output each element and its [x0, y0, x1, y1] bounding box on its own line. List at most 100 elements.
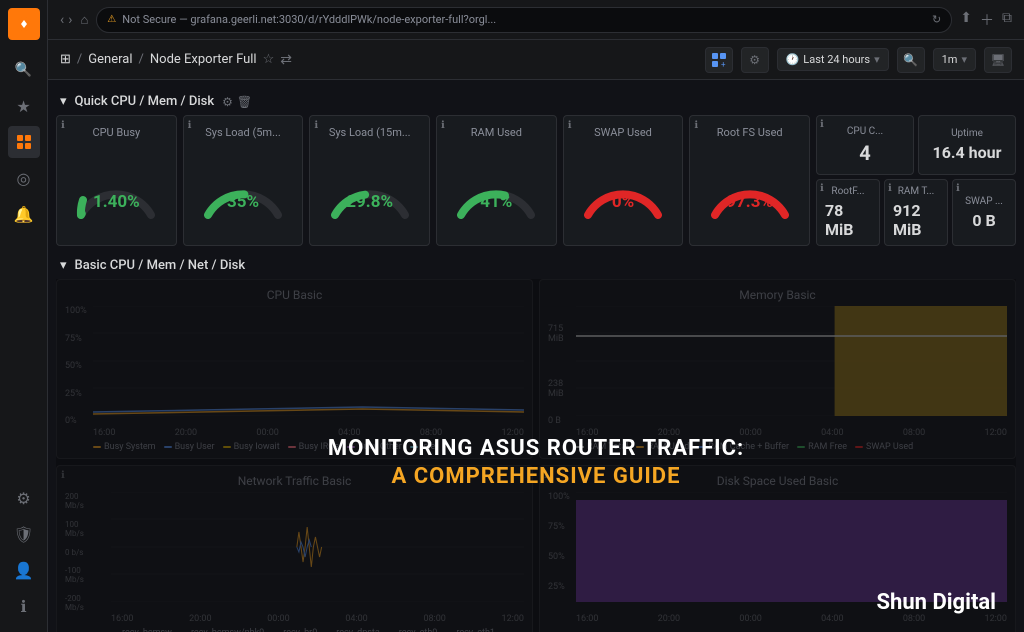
refresh-picker[interactable]: 1m ▾: [933, 48, 976, 71]
gauge-value-sys-load-5m: 35%: [227, 192, 259, 212]
gauge-wrap-sys-load-5m: 35%: [198, 160, 288, 220]
nav-forward[interactable]: ›: [68, 12, 72, 28]
add-panel-btn[interactable]: +: [705, 47, 733, 73]
sidebar-shield[interactable]: 🛡: [8, 518, 40, 550]
panel-ram-total: ℹ RAM T... 912 MiB: [884, 179, 948, 246]
clock-icon: 🕐: [786, 53, 800, 66]
section-trash-icon[interactable]: 🗑: [237, 95, 252, 109]
panel-info-icon-10[interactable]: ℹ: [956, 183, 960, 194]
panel-swap-used: ℹ SWAP Used 0%: [563, 115, 684, 246]
gauge-wrap-cpu-busy: 1.40%: [71, 160, 161, 220]
section-action-icons: ⚙ 🗑: [222, 95, 252, 109]
section-basic-label: Basic CPU / Mem / Net / Disk: [75, 258, 246, 273]
panel-info-icon[interactable]: ℹ: [61, 120, 65, 131]
favorite-icon[interactable]: ☆: [263, 52, 275, 67]
nav-home[interactable]: ⌂: [80, 12, 88, 28]
gauge-value-ram-used: 41%: [480, 192, 512, 212]
overlay-branding: Shun Digital: [876, 590, 996, 615]
zoom-out-btn[interactable]: 🔍: [897, 47, 925, 73]
dashboard-toolbar: ⊞ / General / Node Exporter Full ☆ ⇄ + ⚙…: [48, 40, 1024, 80]
gauge-wrap-swap-used: 0%: [578, 160, 668, 220]
sidebar-user[interactable]: 👤: [8, 554, 40, 586]
time-range-chevron: ▾: [874, 53, 880, 66]
share-dashboard-icon[interactable]: ⇄: [280, 52, 292, 68]
info-title-cpu-cores: CPU C...: [847, 126, 883, 137]
windows-icon[interactable]: ⧉: [1002, 10, 1012, 30]
dashboard-body: ▾ Quick CPU / Mem / Disk ⚙ 🗑 ℹ CPU Busy: [48, 80, 1024, 632]
info-title-swap: SWAP ...: [965, 196, 1003, 207]
section-basic-chevron: ▾: [60, 258, 67, 273]
share-icon[interactable]: ⬆: [960, 10, 972, 30]
time-range-label: Last 24 hours: [803, 53, 870, 66]
info-title-root-fs: RootF...: [831, 186, 864, 197]
panel-info-icon-3[interactable]: ℹ: [314, 120, 318, 131]
panel-info-icon-6[interactable]: ℹ: [694, 120, 698, 131]
sidebar-explore[interactable]: ◎: [8, 162, 40, 194]
panel-title-swap-used: SWAP Used: [572, 126, 675, 139]
breadcrumb-sep2: /: [139, 52, 144, 67]
sidebar: 🔍 ★ ◎ 🔔 ⚙ 🛡 👤 ℹ: [0, 0, 48, 632]
panel-ram-used: ℹ RAM Used 41%: [436, 115, 557, 246]
tv-mode-btn[interactable]: 🖥: [984, 47, 1012, 73]
panel-info-icon-5[interactable]: ℹ: [568, 120, 572, 131]
nav-back[interactable]: ‹: [60, 12, 64, 28]
app-logo[interactable]: [8, 8, 40, 40]
panel-swap-info: ℹ SWAP ... 0 B: [952, 179, 1016, 246]
sidebar-alerts[interactable]: 🔔: [8, 198, 40, 230]
panel-title-root-fs: Root FS Used: [698, 126, 801, 139]
breadcrumb-home-icon[interactable]: ⊞: [60, 52, 71, 67]
new-tab-icon[interactable]: ＋: [980, 10, 994, 30]
panel-info-icon-8[interactable]: ℹ: [820, 183, 824, 194]
overlay-subtitle: A COMPREHENSIVE GUIDE: [392, 464, 681, 489]
security-icon: ⚠: [107, 14, 116, 25]
sidebar-settings[interactable]: ⚙: [8, 482, 40, 514]
panel-title-cpu-busy: CPU Busy: [65, 126, 168, 139]
panel-cpu-busy: ℹ CPU Busy 1.40%: [56, 115, 177, 246]
panel-info-icon-2[interactable]: ℹ: [188, 120, 192, 131]
panel-info-icon-7[interactable]: ℹ: [820, 119, 824, 130]
info-title-uptime: Uptime: [951, 128, 983, 139]
panel-info-icon-4[interactable]: ℹ: [441, 120, 445, 131]
main-content: ‹ › ⌂ ⚠ Not Secure — grafana.geerli.net:…: [48, 0, 1024, 632]
cog-btn[interactable]: ⚙: [741, 47, 769, 73]
time-range-picker[interactable]: 🕐 Last 24 hours ▾: [777, 48, 889, 71]
sidebar-star[interactable]: ★: [8, 90, 40, 122]
refresh-icon[interactable]: ↻: [932, 13, 941, 26]
svg-text:+: +: [721, 60, 726, 67]
nav-arrows: ‹ ›: [60, 12, 72, 28]
gauge-wrap-ram-used: 41%: [451, 160, 541, 220]
panel-info-icon-9[interactable]: ℹ: [888, 183, 892, 194]
gauge-sys-load-15m: 29.8%: [318, 143, 421, 237]
refresh-label: 1m: [942, 53, 958, 66]
browser-topbar: ‹ › ⌂ ⚠ Not Secure — grafana.geerli.net:…: [48, 0, 1024, 40]
charts-section: CPU Basic 100%75%50%25%0%: [56, 279, 1016, 632]
panel-title-ram-used: RAM Used: [445, 126, 548, 139]
sidebar-dashboards[interactable]: [8, 126, 40, 158]
section-quick-cpu[interactable]: ▾ Quick CPU / Mem / Disk ⚙ 🗑: [56, 88, 1016, 115]
gauge-value-root-fs: 97.3%: [726, 192, 773, 212]
panel-uptime: Uptime 16.4 hour: [918, 115, 1016, 175]
section-chevron: ▾: [60, 94, 67, 109]
url-bar[interactable]: ⚠ Not Secure — grafana.geerli.net:3030/d…: [96, 7, 952, 33]
section-gear-icon[interactable]: ⚙: [222, 95, 233, 109]
gauge-value-cpu-busy: 1.40%: [93, 192, 140, 212]
section-label: Quick CPU / Mem / Disk: [75, 94, 215, 109]
gauge-value-sys-load-15m: 29.8%: [346, 192, 393, 212]
info-title-ram-total: RAM T...: [898, 186, 935, 197]
info-value-swap: 0 B: [972, 211, 995, 230]
overlay-container: MONITORING ASUS ROUTER TRAFFIC: A COMPRE…: [56, 279, 1016, 632]
sidebar-search[interactable]: 🔍: [8, 54, 40, 86]
refresh-chevron: ▾: [961, 53, 967, 66]
panel-title-sys-load-15m: Sys Load (15m...: [318, 126, 421, 139]
gauge-wrap-root-fs: 97.3%: [705, 160, 795, 220]
gauge-sys-load-5m: 35%: [192, 143, 295, 237]
sidebar-info[interactable]: ℹ: [8, 590, 40, 622]
info-value-ram-total: 912 MiB: [893, 201, 939, 239]
gauge-swap-used: 0%: [572, 143, 675, 237]
info-value-uptime: 16.4 hour: [933, 143, 1002, 162]
section-basic-cpu[interactable]: ▾ Basic CPU / Mem / Net / Disk: [56, 252, 1016, 279]
gauge-cpu-busy: 1.40%: [65, 143, 168, 237]
overlay-title: MONITORING ASUS ROUTER TRAFFIC:: [328, 435, 744, 464]
panel-cpu-cores: ℹ CPU C... 4: [816, 115, 914, 175]
breadcrumb-general[interactable]: General: [88, 52, 132, 67]
